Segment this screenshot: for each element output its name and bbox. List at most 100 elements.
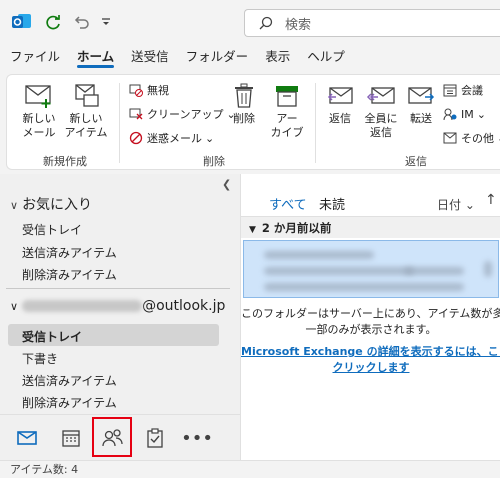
- chevron-down-icon: ▼: [249, 225, 256, 235]
- folder-favorites-sent[interactable]: 送信済みアイテム: [22, 244, 117, 261]
- exchange-details-link[interactable]: Microsoft Exchange の詳細を表示するには、ここを クリックしま…: [241, 344, 500, 376]
- tab-view[interactable]: 表示: [265, 44, 290, 70]
- calendar-icon[interactable]: [58, 425, 84, 451]
- folder-drafts[interactable]: 下書き: [22, 350, 58, 367]
- archive-button[interactable]: アー カイブ: [267, 83, 307, 140]
- folder-inbox[interactable]: 受信トレイ: [22, 328, 82, 345]
- cleanup-icon: [129, 108, 143, 120]
- forward-icon: [408, 87, 435, 104]
- tab-file[interactable]: ファイル: [10, 44, 60, 70]
- group-header-label: 2 か月前以前: [261, 221, 332, 235]
- tab-folder[interactable]: フォルダー: [186, 44, 249, 70]
- archive-label: アー カイブ: [270, 112, 304, 139]
- list-item[interactable]: [243, 240, 499, 298]
- module-navigation: •••: [0, 414, 240, 460]
- blurred-date: [404, 267, 464, 275]
- im-dropdown-icon: ⌄: [476, 107, 486, 121]
- group-header[interactable]: ▼ 2 か月前以前: [241, 216, 500, 238]
- sort-direction-icon[interactable]: ↑: [485, 192, 497, 208]
- new-mail-label: 新しい メール: [22, 112, 56, 139]
- meeting-button[interactable]: 会議: [443, 81, 483, 99]
- outlook-logo-icon: [10, 12, 32, 32]
- new-item-button[interactable]: 新しい アイテム: [63, 83, 109, 140]
- reply-button[interactable]: 返信: [321, 83, 359, 126]
- more-respond-icon: [443, 132, 457, 144]
- folder-deleted[interactable]: 削除済みアイテム: [22, 394, 117, 411]
- meeting-icon: [443, 84, 457, 97]
- customize-toolbar-icon[interactable]: [100, 12, 112, 32]
- favorites-header[interactable]: ∨ お気に入り: [10, 194, 92, 214]
- search-box[interactable]: 検索: [244, 9, 500, 37]
- delete-button[interactable]: 削除: [229, 83, 259, 126]
- search-placeholder: 検索: [285, 17, 312, 33]
- undo-icon[interactable]: [72, 12, 90, 32]
- message-list: すべて 未読 日付 ⌄ ↑ ▼ 2 か月前以前 このフォルダーはサーバー上にあり、…: [240, 174, 500, 460]
- reply-all-icon: [366, 87, 395, 104]
- folder-favorites-deleted[interactable]: 削除済みアイテム: [22, 266, 117, 283]
- ribbon-separator: [315, 83, 316, 163]
- group-label-new: 新規作成: [43, 155, 87, 168]
- chevron-down-icon: ⌄: [464, 198, 475, 212]
- cleanup-button[interactable]: クリーンアップ ⌄: [129, 105, 236, 123]
- people-icon[interactable]: [100, 425, 126, 451]
- trash-icon: [235, 83, 253, 108]
- folder-sent[interactable]: 送信済みアイテム: [22, 372, 117, 389]
- account-header[interactable]: ∨ @outlook.jp: [10, 298, 225, 314]
- junk-dropdown-icon: ⌄: [205, 131, 215, 145]
- title-bar: 検索: [0, 0, 500, 44]
- sort-dropdown[interactable]: 日付 ⌄: [437, 196, 475, 213]
- ignore-label: 無視: [147, 84, 169, 97]
- tab-all[interactable]: すべて: [269, 194, 307, 219]
- tasks-icon[interactable]: [142, 425, 168, 451]
- sync-icon[interactable]: [44, 12, 62, 32]
- exchange-link-line2: クリックします: [332, 361, 410, 374]
- server-folder-info-line1: このフォルダーはサーバー上にあり、アイテム数が多いため: [241, 307, 500, 320]
- more-respond-button[interactable]: その他 ⌄: [443, 129, 500, 147]
- reply-label: 返信: [329, 112, 351, 125]
- junk-button[interactable]: 迷惑メール ⌄: [129, 129, 214, 147]
- collapse-pane-icon[interactable]: ❮: [222, 178, 231, 191]
- tab-home[interactable]: ホーム: [77, 44, 115, 70]
- new-mail-button[interactable]: 新しい メール: [19, 83, 59, 140]
- meeting-label: 会議: [461, 84, 483, 97]
- more-respond-label: その他: [461, 132, 494, 145]
- cleanup-label: クリーンアップ: [147, 108, 224, 121]
- reply-all-button[interactable]: 全員に 返信: [361, 83, 401, 140]
- im-label: IM: [461, 107, 474, 121]
- folder-favorites-inbox[interactable]: 受信トレイ: [22, 221, 82, 238]
- ribbon-area: 新しい メール 新しい アイテム 新規作成 無視 クリーンアップ ⌄ 迷惑メール…: [0, 70, 500, 174]
- account-name-blurred: [22, 300, 143, 312]
- server-folder-info: このフォルダーはサーバー上にあり、アイテム数が多いため 一部のみが表示されます。: [241, 306, 500, 338]
- blurred-flag: [484, 261, 492, 277]
- forward-label: 転送: [410, 112, 432, 125]
- chevron-down-icon: ∨: [10, 299, 19, 313]
- exchange-link-line1: Microsoft Exchange の詳細を表示するには、ここを: [241, 345, 500, 358]
- blurred-preview: [264, 283, 464, 291]
- group-label-delete: 削除: [203, 155, 225, 168]
- favorites-label: お気に入り: [22, 197, 93, 213]
- blurred-subject: [264, 267, 414, 275]
- ignore-icon: [129, 84, 143, 97]
- search-icon: [259, 16, 273, 30]
- reply-all-label: 全員に 返信: [364, 112, 398, 139]
- im-button[interactable]: IM ⌄: [443, 105, 486, 123]
- ribbon-separator: [119, 83, 120, 163]
- chevron-down-icon: ∨: [10, 199, 19, 212]
- junk-icon: [129, 131, 143, 145]
- mail-icon[interactable]: [14, 425, 40, 451]
- tab-send-receive[interactable]: 送受信: [131, 44, 169, 70]
- menu-bar: ファイル ホーム 送受信 フォルダー 表示 ヘルプ: [0, 44, 500, 70]
- group-label-respond: 返信: [405, 155, 427, 168]
- archive-icon: [276, 86, 298, 107]
- new-mail-icon: [25, 85, 51, 108]
- new-item-icon: [75, 84, 99, 107]
- status-bar: アイテム数: 4: [0, 460, 500, 478]
- tab-help[interactable]: ヘルプ: [307, 44, 345, 70]
- junk-label: 迷惑メール: [147, 132, 202, 145]
- ignore-button[interactable]: 無視: [129, 81, 169, 99]
- tab-unread[interactable]: 未読: [319, 194, 345, 213]
- account-domain: @outlook.jp: [142, 298, 226, 314]
- reply-icon: [327, 87, 353, 104]
- more-apps-icon[interactable]: •••: [181, 425, 213, 451]
- forward-button[interactable]: 転送: [405, 83, 437, 126]
